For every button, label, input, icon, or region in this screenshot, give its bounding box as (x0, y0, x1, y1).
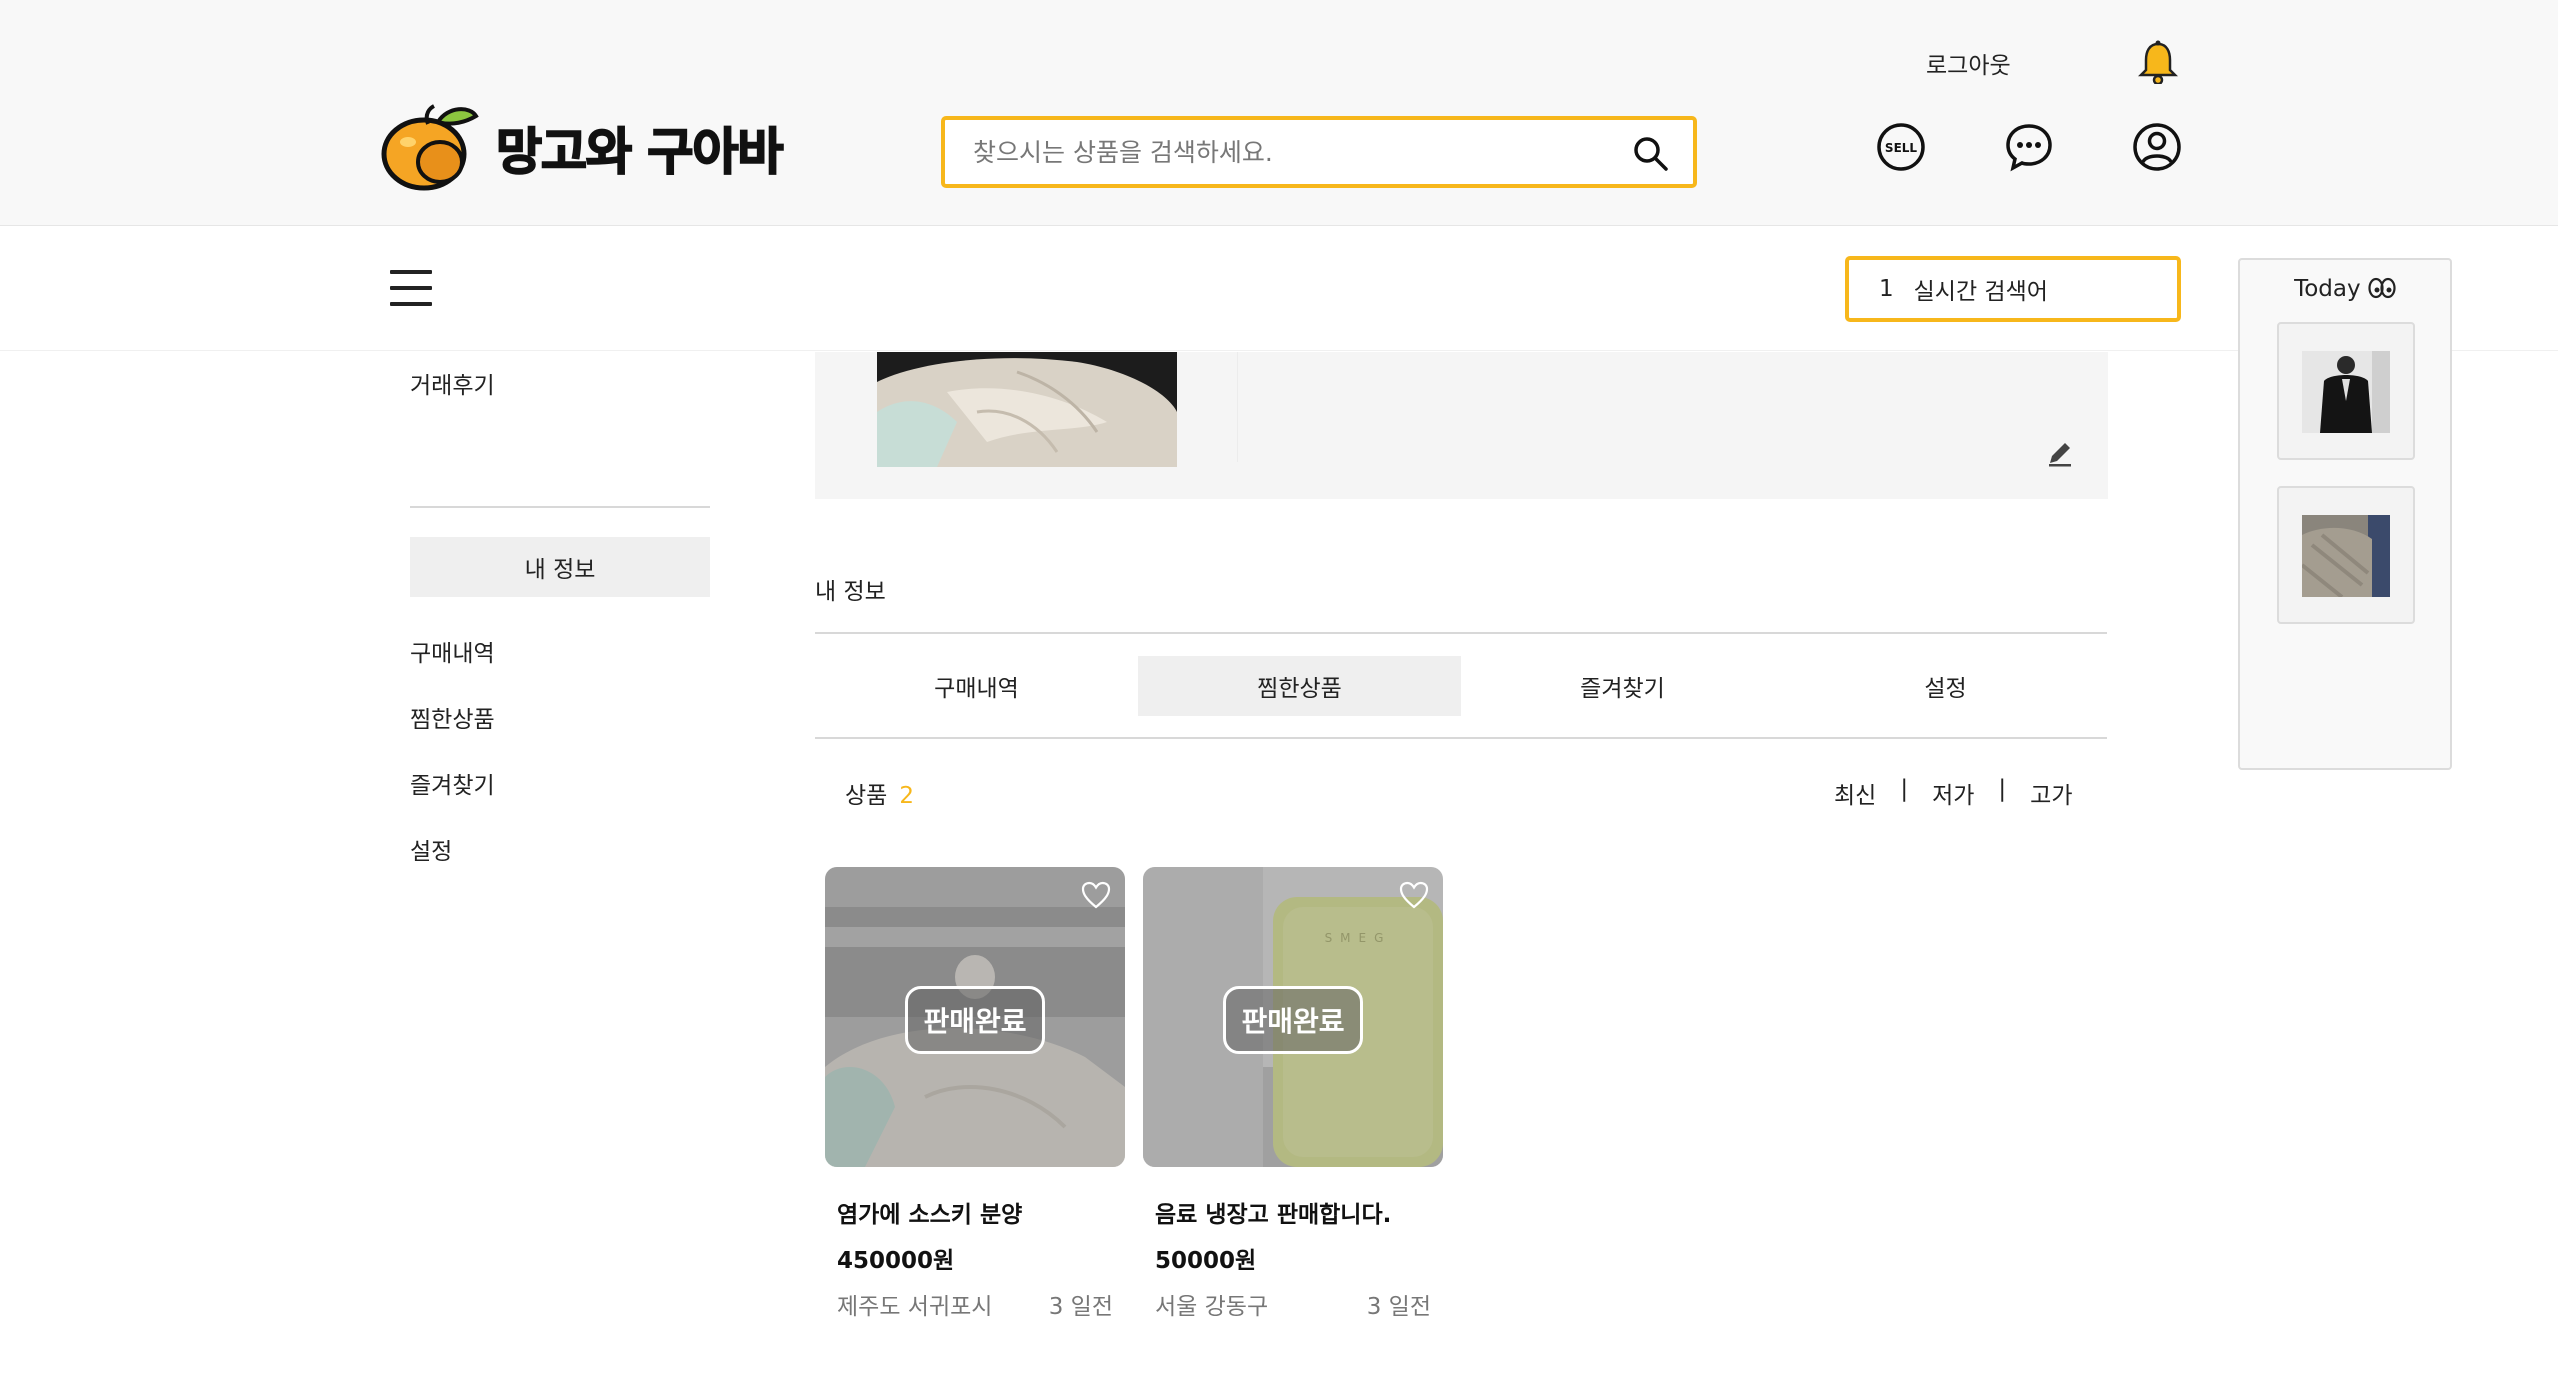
tab-label: 설정 (1924, 676, 1967, 702)
sidebar-divider (410, 506, 710, 508)
edit-icon[interactable] (2045, 438, 2075, 468)
user-icon[interactable] (2132, 122, 2182, 172)
tab-wishlist[interactable]: 찜한상품 (1138, 656, 1461, 716)
sort-low-price[interactable]: 저가 (1932, 776, 1974, 810)
tabs-divider-bottom (815, 737, 2107, 739)
product-count-value: 2 (899, 783, 914, 809)
heart-icon[interactable] (1081, 881, 1111, 909)
profile-card (815, 352, 2108, 499)
menu-icon[interactable] (390, 270, 432, 306)
product-thumbnail[interactable]: SMEG 판매완료 (1143, 867, 1443, 1167)
chat-icon[interactable] (2004, 122, 2054, 172)
product-card[interactable]: 판매완료 염가에 소스키 분양 450000원 제주도 서귀포시 3 일전 (825, 867, 1125, 1320)
search-icon[interactable] (1631, 134, 1671, 174)
tab-purchases[interactable]: 구매내역 (815, 656, 1138, 716)
product-thumbnail[interactable]: 판매완료 (825, 867, 1125, 1167)
sidebar-item-wishlist[interactable]: 찜한상품 (410, 700, 495, 734)
product-time-ago: 3 일전 (1048, 1294, 1113, 1320)
tabs-divider-top (815, 632, 2107, 634)
search-input[interactable] (973, 132, 1593, 172)
tab-favorites[interactable]: 즐겨찾기 (1461, 656, 1784, 716)
tab-label: 찜한상품 (1257, 676, 1342, 702)
sort-latest[interactable]: 최신 (1834, 776, 1876, 810)
sell-icon-text: SELL (1885, 141, 1917, 155)
product-location: 제주도 서귀포시 (837, 1294, 993, 1320)
sort-separator: | (1998, 776, 2007, 802)
sold-out-badge: 판매완료 (905, 986, 1045, 1054)
product-count-label: 상품 (845, 783, 888, 809)
product-count: 상품 2 (845, 776, 914, 810)
product-price: 450000원 (837, 1248, 955, 1274)
sidebar-my-info-header: 내 정보 (410, 537, 710, 597)
sidebar-item-reviews[interactable]: 거래후기 (410, 366, 495, 400)
recent-item-image (2302, 351, 2390, 433)
sidebar-item-favorites[interactable]: 즐겨찾기 (410, 766, 495, 800)
realtime-label: 실시간 검색어 (1913, 279, 2048, 305)
section-title: 내 정보 (815, 579, 886, 605)
logout-link[interactable]: 로그아웃 (1926, 46, 2011, 80)
search-bar[interactable] (941, 116, 1697, 188)
logo-text: 망고와 구아바 (495, 122, 784, 182)
eyes-icon (2368, 277, 2396, 299)
today-label: Today (2294, 276, 2361, 302)
sidebar-item-purchases[interactable]: 구매내역 (410, 634, 495, 668)
sort-separator: | (1900, 776, 1909, 802)
product-location: 서울 강동구 (1155, 1294, 1269, 1320)
realtime-search-ranking[interactable]: 1 실시간 검색어 (1845, 256, 2181, 322)
sort-options: 최신 | 저가 | 고가 (1834, 776, 2072, 810)
profile-divider (1237, 352, 1238, 462)
tab-label: 즐겨찾기 (1580, 676, 1665, 702)
sort-high-price[interactable]: 고가 (2030, 776, 2072, 810)
product-price: 50000원 (1155, 1248, 1257, 1274)
sidebar-my-info-label: 내 정보 (524, 557, 596, 583)
tab-settings[interactable]: 설정 (1784, 656, 2107, 716)
logo[interactable]: 망고와 구아바 (378, 102, 784, 194)
recent-item-jacket[interactable] (2277, 322, 2415, 460)
profile-image (877, 352, 1177, 467)
realtime-rank: 1 (1879, 276, 1894, 302)
sell-icon[interactable]: SELL (1876, 122, 1926, 172)
recently-viewed-title: Today (2240, 276, 2450, 302)
mango-logo-icon (381, 104, 479, 191)
product-time-ago: 3 일전 (1366, 1294, 1431, 1320)
tab-label: 구매내역 (934, 676, 1019, 702)
sold-out-badge: 판매완료 (1223, 986, 1363, 1054)
product-title[interactable]: 염가에 소스키 분양 (837, 1195, 1022, 1229)
product-card[interactable]: SMEG 판매완료 음료 냉장고 판매합니다. 50000원 서울 강동구 3 … (1143, 867, 1443, 1320)
sidebar-item-settings[interactable]: 설정 (410, 832, 452, 866)
product-title[interactable]: 음료 냉장고 판매합니다. (1155, 1195, 1391, 1229)
heart-icon[interactable] (1399, 881, 1429, 909)
recently-viewed-panel: Today (2238, 258, 2452, 770)
recent-item-sweater[interactable] (2277, 486, 2415, 624)
bell-icon[interactable] (2138, 40, 2178, 84)
recent-item-image (2302, 515, 2390, 597)
